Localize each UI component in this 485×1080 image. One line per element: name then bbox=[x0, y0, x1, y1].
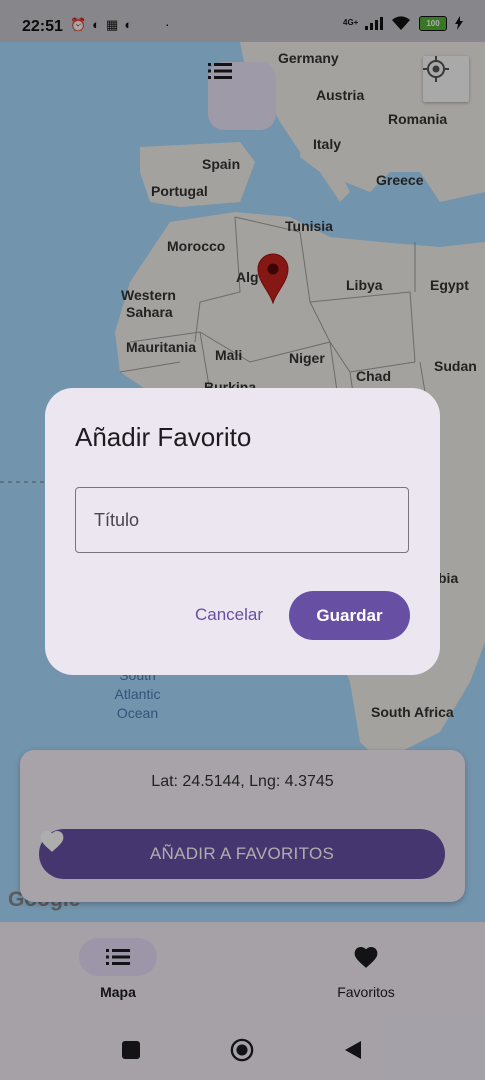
title-field[interactable] bbox=[75, 487, 409, 553]
cancel-button[interactable]: Cancelar bbox=[185, 591, 273, 639]
title-input[interactable] bbox=[76, 488, 408, 552]
dialog-title: Añadir Favorito bbox=[75, 422, 252, 452]
save-button[interactable]: Guardar bbox=[289, 591, 410, 640]
add-favorite-dialog: Añadir Favorito Cancelar Guardar bbox=[45, 388, 440, 675]
